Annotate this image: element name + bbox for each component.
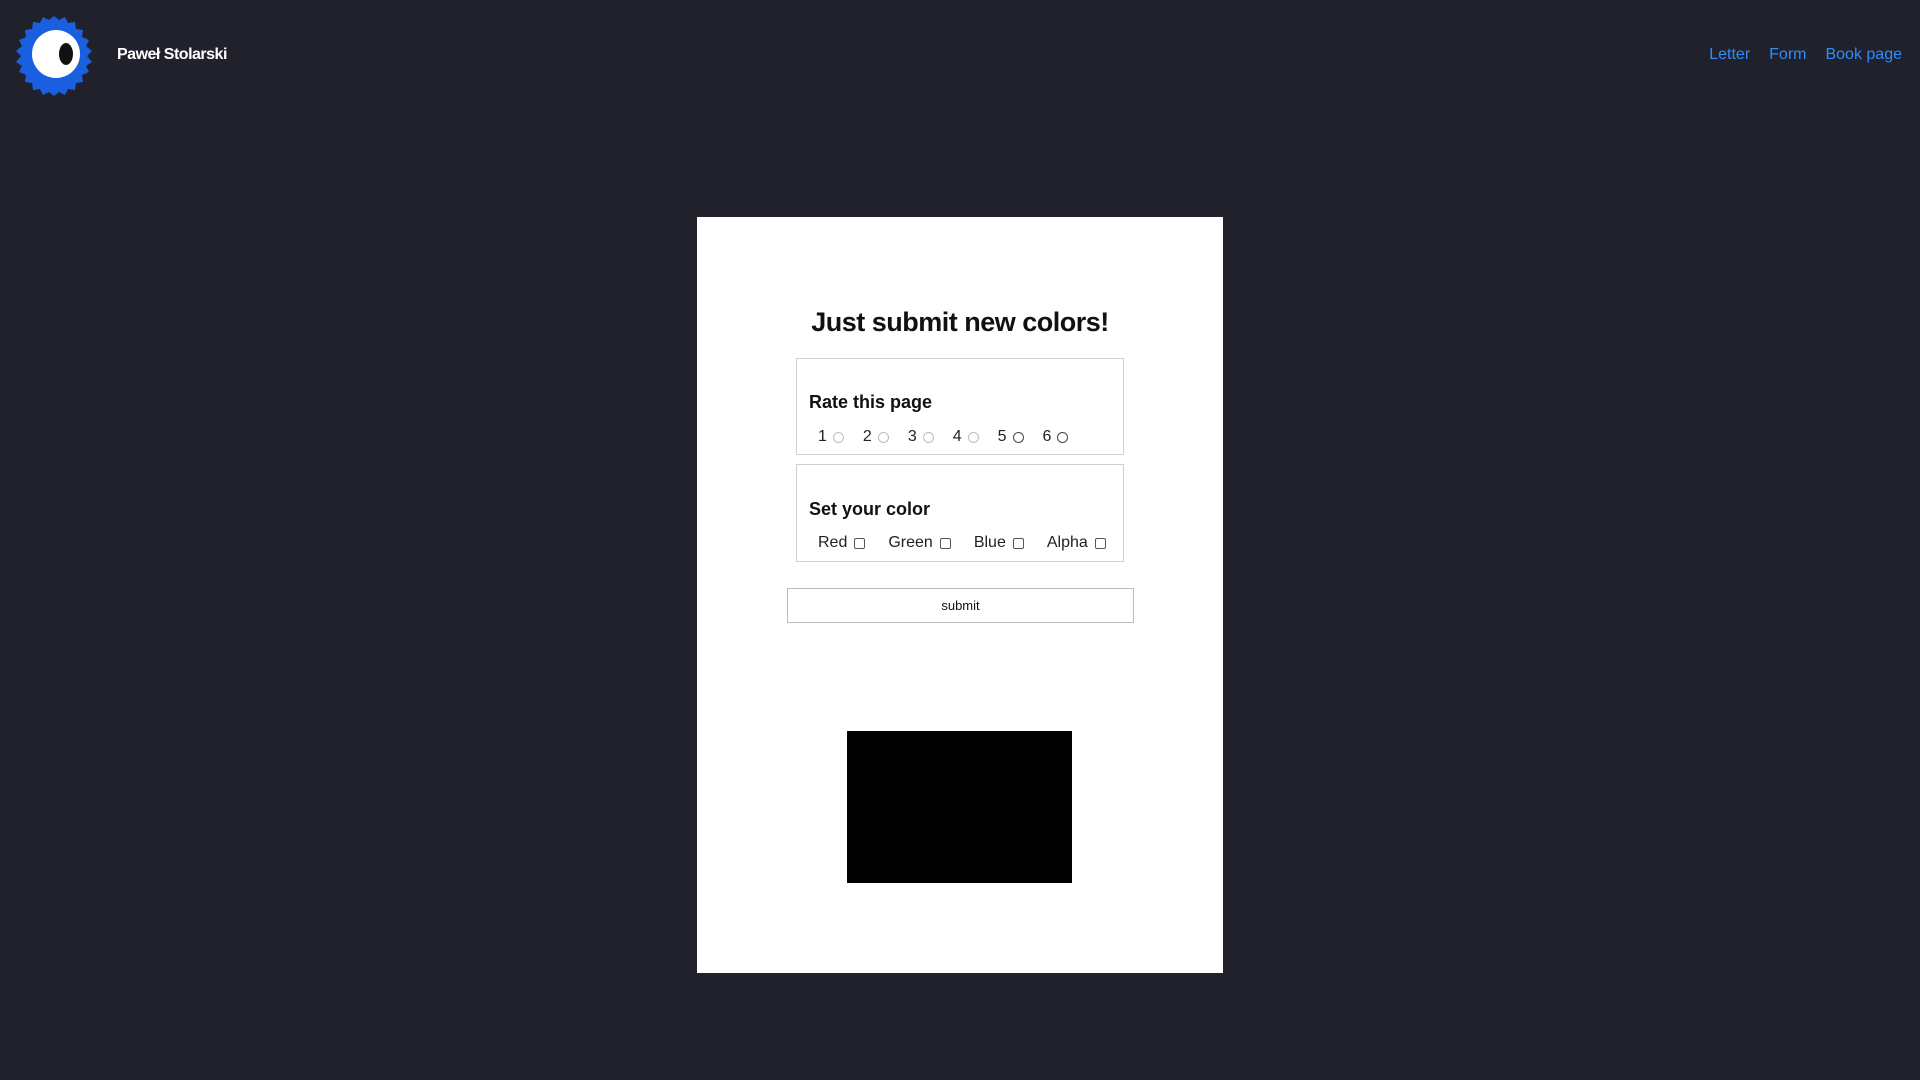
color-option-green[interactable]: Green bbox=[888, 534, 951, 552]
color-fieldset: Set your color Red Green Blue Alpha bbox=[796, 464, 1124, 562]
nav-letter-link[interactable]: Letter bbox=[1709, 46, 1750, 64]
submit-button[interactable]: submit bbox=[787, 588, 1134, 623]
brand-name: Paweł Stolarski bbox=[117, 46, 227, 63]
main-nav: Letter Form Book page bbox=[1709, 46, 1902, 64]
nav-form-link[interactable]: Form bbox=[1769, 46, 1806, 64]
rate-radio-1[interactable] bbox=[832, 431, 844, 443]
rate-radio-5[interactable] bbox=[1012, 431, 1024, 443]
green-checkbox[interactable] bbox=[939, 537, 951, 549]
rate-option-2[interactable]: 2 bbox=[863, 428, 889, 446]
rate-radio-6[interactable] bbox=[1057, 431, 1069, 443]
alpha-checkbox[interactable] bbox=[1094, 537, 1106, 549]
color-option-red[interactable]: Red bbox=[818, 534, 866, 552]
rate-radio-3[interactable] bbox=[922, 431, 934, 443]
color-option-alpha[interactable]: Alpha bbox=[1047, 534, 1106, 552]
color-options: Red Green Blue Alpha bbox=[818, 534, 1106, 552]
rate-option-6[interactable]: 6 bbox=[1043, 428, 1069, 446]
color-option-blue[interactable]: Blue bbox=[974, 534, 1024, 552]
blue-checkbox[interactable] bbox=[1012, 537, 1024, 549]
rate-option-4[interactable]: 4 bbox=[953, 428, 979, 446]
logo-eye-icon[interactable] bbox=[12, 14, 96, 98]
nav-book-page-link[interactable]: Book page bbox=[1825, 46, 1902, 64]
rate-option-1[interactable]: 1 bbox=[818, 428, 844, 446]
red-checkbox[interactable] bbox=[854, 537, 866, 549]
rate-option-5[interactable]: 5 bbox=[998, 428, 1024, 446]
rate-fieldset: Rate this page 1 2 3 4 5 6 bbox=[796, 358, 1124, 455]
color-legend: Set your color bbox=[809, 499, 931, 519]
rate-radio-4[interactable] bbox=[967, 431, 979, 443]
form-title: Just submit new colors! bbox=[811, 307, 1109, 337]
color-preview bbox=[847, 731, 1072, 883]
rate-options: 1 2 3 4 5 6 bbox=[818, 428, 1069, 446]
rate-option-3[interactable]: 3 bbox=[908, 428, 934, 446]
form-card: Just submit new colors! Rate this page 1… bbox=[697, 217, 1223, 973]
rate-radio-2[interactable] bbox=[877, 431, 889, 443]
rate-legend: Rate this page bbox=[809, 392, 933, 412]
